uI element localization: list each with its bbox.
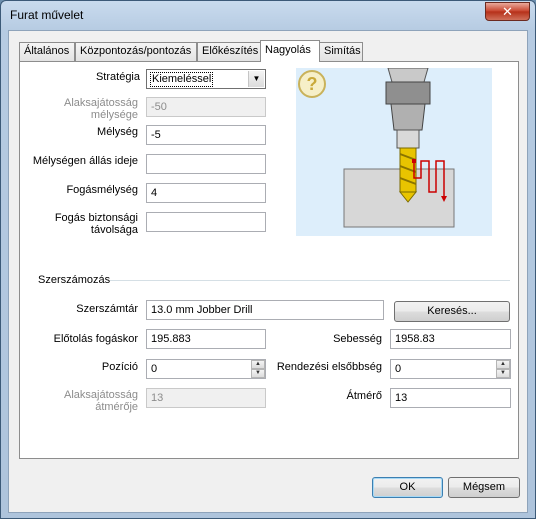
ok-button[interactable]: OK [372, 477, 443, 498]
tooling-group-label: Szerszámozás [38, 274, 111, 286]
tab-simitas[interactable]: Simítás [319, 42, 363, 61]
spin-down-icon[interactable]: ▼ [251, 369, 265, 378]
feed-label: Előtolás fogáskor [53, 333, 138, 345]
tool-library-field[interactable]: 13.0 mm Jobber Drill [146, 300, 384, 320]
strategy-label: Stratégia [95, 71, 140, 83]
close-button[interactable]: ✕ [485, 2, 530, 21]
feed-field[interactable]: 195.883 [146, 329, 266, 349]
sort-priority-label: Rendezési elsőbbség [276, 361, 382, 373]
tab-altalanos[interactable]: Általános [19, 42, 75, 61]
titlebar-background [181, 1, 431, 23]
safety-distance-label: Fogás biztonsági távolsága [54, 212, 138, 236]
dialog-window: Furat művelet ✕ Általános Központozás/po… [0, 0, 536, 519]
dialog-client-area: Általános Központozás/pontozás Előkészít… [8, 30, 528, 513]
spin-up-icon[interactable]: ▲ [496, 360, 510, 369]
dwell-time-label: Mélységen állás ideje [32, 155, 138, 167]
strategy-value: Kiemeléssel [150, 72, 214, 87]
speed-field[interactable]: 1958.83 [390, 329, 511, 349]
spin-up-icon[interactable]: ▲ [251, 360, 265, 369]
search-button[interactable]: Keresés... [394, 301, 510, 322]
feature-diameter-field: 13 [146, 388, 266, 408]
tool-library-label: Szerszámtár [76, 303, 138, 315]
depth-label: Mélység [97, 126, 138, 138]
drilling-illustration: ? [296, 67, 492, 236]
tab-nagyolas[interactable]: Nagyolás [260, 40, 320, 62]
dwell-time-field[interactable] [146, 154, 266, 174]
depth-field[interactable]: -5 [146, 125, 266, 145]
position-label: Pozíció [101, 361, 138, 373]
spin-down-icon[interactable]: ▼ [496, 369, 510, 378]
question-icon: ? [298, 70, 326, 98]
relative-depth-label: Alaksajátosság mélysége [64, 97, 138, 121]
diameter-field[interactable]: 13 [390, 388, 511, 408]
feature-diameter-label: Alaksajátosság átmérője [64, 389, 138, 413]
strategy-dropdown[interactable]: Kiemeléssel ▼ [146, 69, 266, 89]
sort-priority-spinner[interactable]: 0 ▲ ▼ [390, 359, 511, 379]
position-value: 0 [151, 363, 158, 375]
step-depth-label: Fogásmélység [66, 184, 138, 196]
step-depth-field[interactable]: 4 [146, 183, 266, 203]
tab-kozpontozas[interactable]: Központozás/pontozás [75, 42, 197, 61]
tooling-group-divider [110, 280, 510, 281]
svg-text:?: ? [307, 74, 318, 94]
chevron-down-icon[interactable]: ▼ [248, 71, 264, 87]
window-title: Furat művelet [10, 8, 84, 22]
relative-depth-field: -50 [146, 97, 266, 117]
safety-distance-field[interactable] [146, 212, 266, 232]
diameter-label: Átmérő [346, 390, 382, 402]
position-spinner[interactable]: 0 ▲ ▼ [146, 359, 266, 379]
cancel-button[interactable]: Mégsem [448, 477, 520, 498]
speed-label: Sebesség [333, 333, 382, 345]
tab-elokeszites[interactable]: Előkészítés [197, 42, 261, 61]
roughing-tab-panel: Stratégia Kiemeléssel ▼ Alaksajátosság m… [19, 61, 519, 459]
sort-priority-value: 0 [395, 363, 402, 375]
